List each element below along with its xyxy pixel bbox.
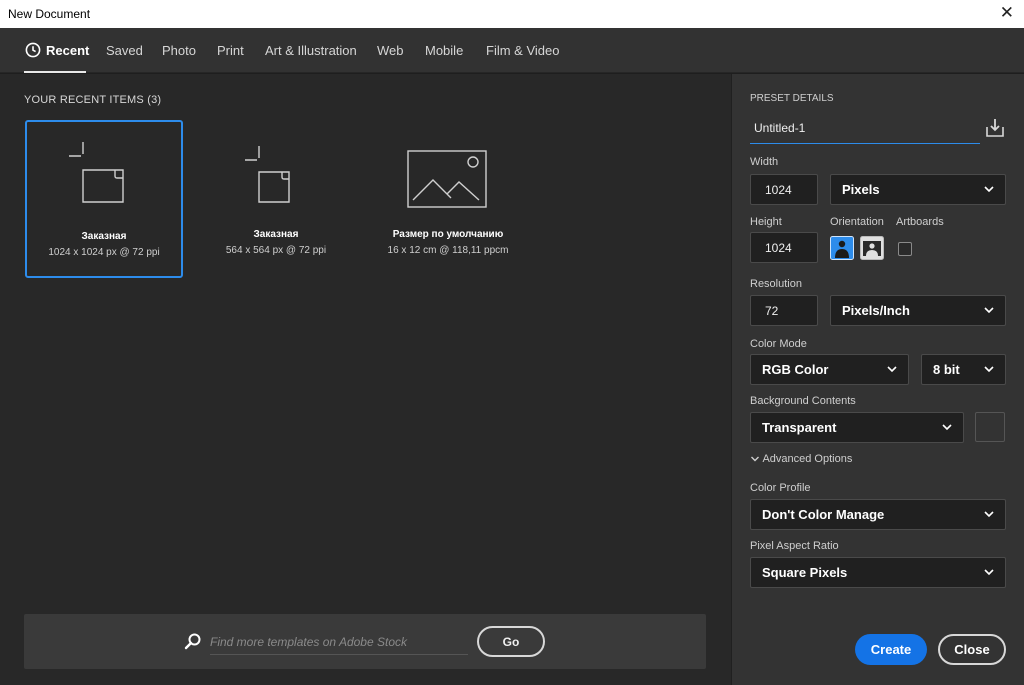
pixel-aspect-ratio-dropdown[interactable]: Square Pixels bbox=[750, 557, 1006, 588]
active-tab-indicator bbox=[24, 71, 86, 73]
width-label: Width bbox=[750, 156, 779, 168]
chevron-down-icon bbox=[984, 511, 994, 518]
recent-item-size: 1024 x 1024 px @ 72 ppi bbox=[48, 247, 160, 258]
recent-items-heading: YOUR RECENT ITEMS (3) bbox=[24, 94, 162, 106]
background-color-swatch[interactable] bbox=[975, 412, 1005, 442]
recent-item-size: 16 x 12 cm @ 118,11 ppcm bbox=[387, 245, 509, 256]
recent-items-area: YOUR RECENT ITEMS (3) Заказная 1024 x 10… bbox=[0, 74, 731, 685]
chevron-down-icon bbox=[984, 307, 994, 314]
orientation-label: Orientation bbox=[830, 216, 884, 228]
tab-film-video[interactable]: Film & Video bbox=[486, 43, 559, 58]
save-preset-icon[interactable] bbox=[985, 118, 1005, 138]
title-bar: New Document ✕ bbox=[0, 0, 1024, 28]
tab-saved[interactable]: Saved bbox=[106, 43, 143, 58]
recent-item-name: Заказная bbox=[81, 231, 127, 242]
chevron-down-icon bbox=[984, 569, 994, 576]
clock-icon bbox=[25, 42, 41, 58]
chevron-down-icon bbox=[942, 424, 952, 431]
recent-item[interactable]: Размер по умолчанию 16 x 12 cm @ 118,11 … bbox=[369, 120, 527, 278]
tab-web[interactable]: Web bbox=[377, 43, 404, 58]
preset-details-heading: PRESET DETAILS bbox=[750, 93, 834, 104]
recent-item[interactable]: Заказная 564 x 564 px @ 72 ppi bbox=[197, 120, 355, 278]
color-profile-dropdown[interactable]: Don't Color Manage bbox=[750, 499, 1006, 530]
search-icon bbox=[184, 633, 201, 650]
artboards-label: Artboards bbox=[896, 216, 944, 228]
landscape-orientation-icon[interactable] bbox=[860, 236, 884, 260]
color-mode-label: Color Mode bbox=[750, 338, 807, 350]
preset-name-field[interactable]: Untitled-1 bbox=[750, 116, 980, 144]
bit-depth-dropdown[interactable]: 8 bit bbox=[921, 354, 1006, 385]
category-tabs: Recent Saved Photo Print Art & Illustrat… bbox=[0, 28, 1024, 73]
stock-search-bar: Go bbox=[24, 614, 706, 669]
recent-item-name: Заказная bbox=[253, 229, 299, 240]
advanced-options-toggle[interactable]: Advanced Options bbox=[750, 453, 852, 465]
close-button[interactable]: Close bbox=[938, 634, 1006, 665]
preset-details-panel: PRESET DETAILS Untitled-1 Width 1024 Pix… bbox=[731, 74, 1024, 685]
color-mode-dropdown[interactable]: RGB Color bbox=[750, 354, 909, 385]
search-input[interactable] bbox=[210, 629, 468, 655]
width-unit-dropdown[interactable]: Pixels bbox=[830, 174, 1006, 205]
background-contents-dropdown[interactable]: Transparent bbox=[750, 412, 964, 443]
tab-mobile[interactable]: Mobile bbox=[425, 43, 463, 58]
width-input[interactable]: 1024 bbox=[750, 174, 818, 205]
height-label: Height bbox=[750, 216, 782, 228]
pixel-aspect-ratio-label: Pixel Aspect Ratio bbox=[750, 540, 839, 552]
color-profile-label: Color Profile bbox=[750, 482, 811, 494]
recent-item-size: 564 x 564 px @ 72 ppi bbox=[225, 245, 327, 256]
tab-print[interactable]: Print bbox=[217, 43, 244, 58]
new-doc-icon bbox=[245, 146, 290, 203]
window-title: New Document bbox=[8, 7, 91, 21]
new-doc-icon bbox=[69, 142, 124, 203]
create-button[interactable]: Create bbox=[855, 634, 927, 665]
artboards-checkbox[interactable] bbox=[898, 242, 912, 256]
background-contents-label: Background Contents bbox=[750, 395, 856, 407]
go-button[interactable]: Go bbox=[477, 626, 545, 657]
image-placeholder-icon bbox=[407, 150, 487, 208]
recent-item[interactable]: Заказная 1024 x 1024 px @ 72 ppi bbox=[25, 120, 183, 278]
tab-art-illustration[interactable]: Art & Illustration bbox=[265, 43, 357, 58]
chevron-down-icon bbox=[887, 366, 897, 373]
close-icon[interactable]: ✕ bbox=[1000, 3, 1014, 23]
tab-recent[interactable]: Recent bbox=[46, 43, 89, 58]
resolution-unit-dropdown[interactable]: Pixels/Inch bbox=[830, 295, 1006, 326]
portrait-orientation-icon[interactable] bbox=[830, 236, 854, 260]
resolution-input[interactable]: 72 bbox=[750, 295, 818, 326]
tab-photo[interactable]: Photo bbox=[162, 43, 196, 58]
height-input[interactable]: 1024 bbox=[750, 232, 818, 263]
resolution-label: Resolution bbox=[750, 278, 802, 290]
recent-item-name: Размер по умолчанию bbox=[392, 229, 504, 240]
chevron-down-icon bbox=[751, 456, 759, 462]
chevron-down-icon bbox=[984, 366, 994, 373]
chevron-down-icon bbox=[984, 186, 994, 193]
